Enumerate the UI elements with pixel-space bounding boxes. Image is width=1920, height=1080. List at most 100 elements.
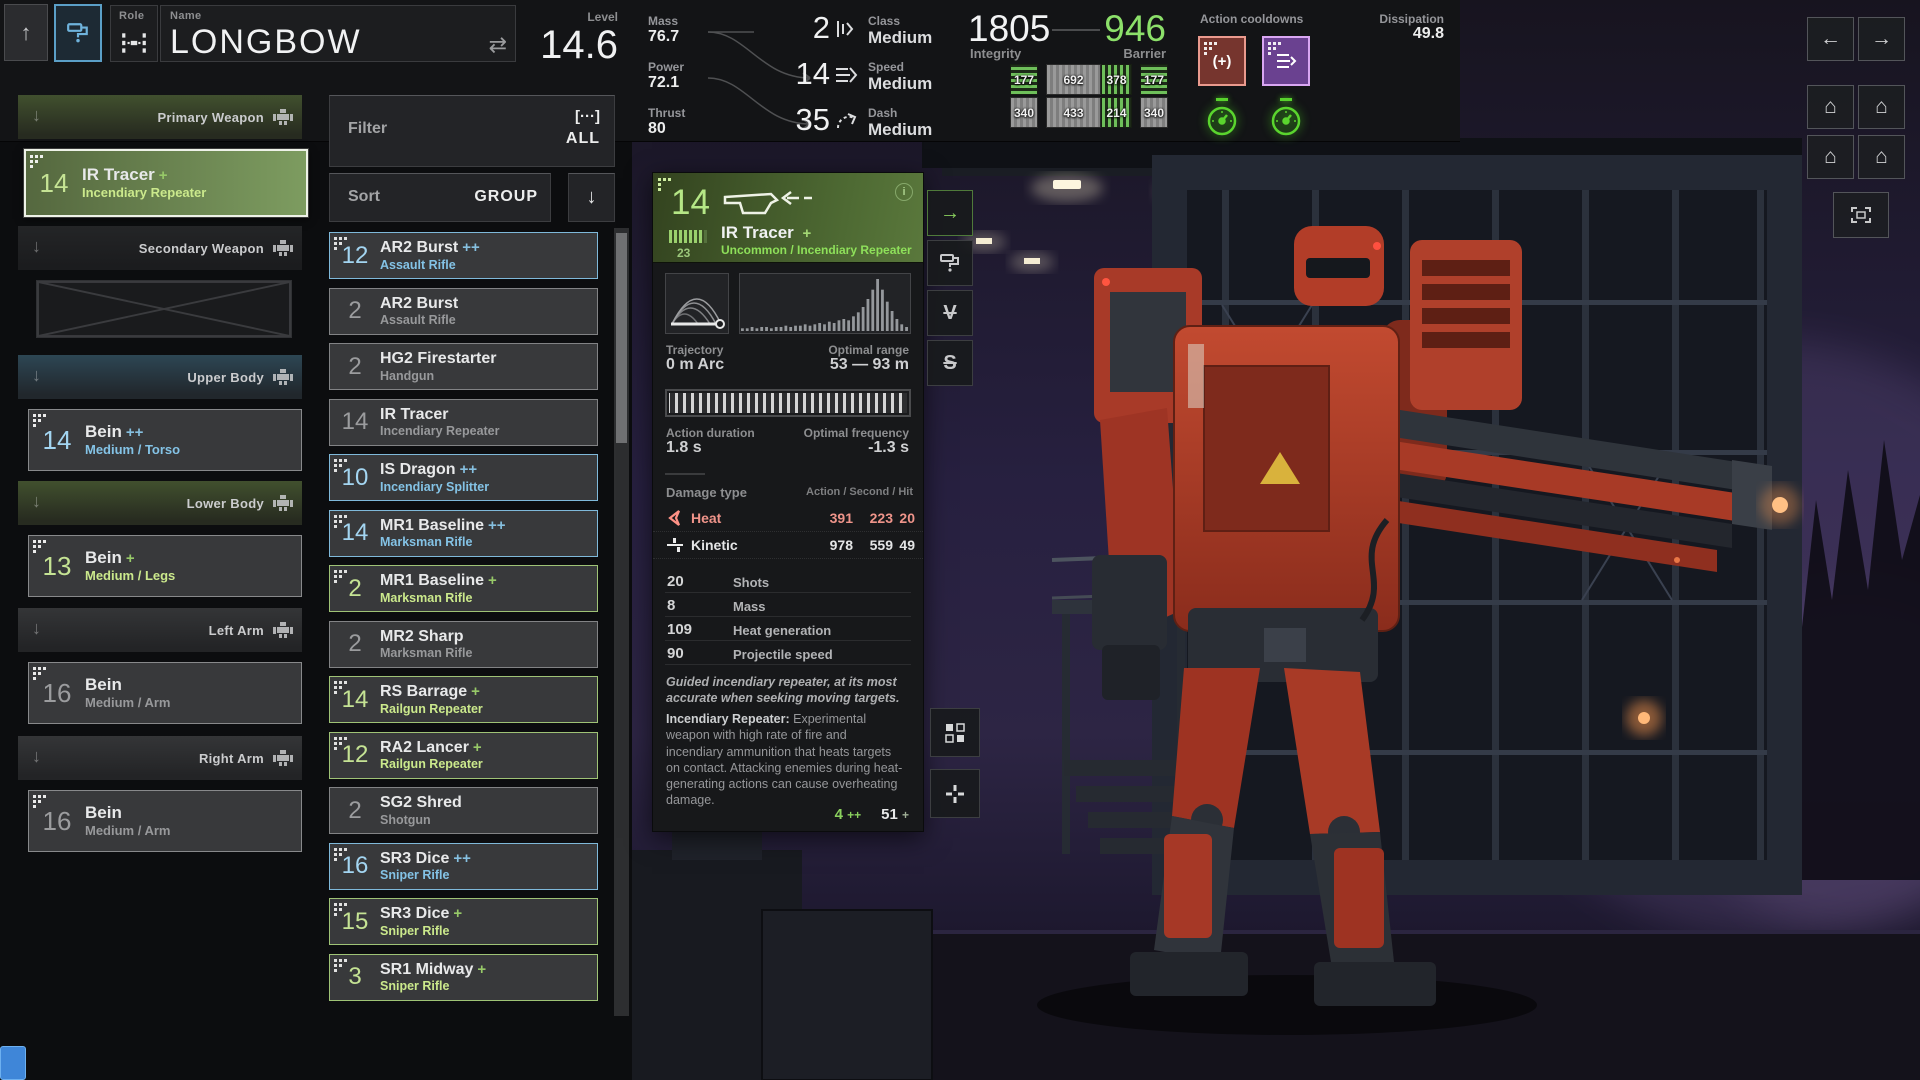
slot-header[interactable]: ↓ Left Arm <box>18 608 302 652</box>
collapse-icon[interactable]: ↓ <box>32 105 41 126</box>
dissipation-label: Dissipation <box>1379 12 1444 26</box>
item-info: HG2 Firestarter Handgun <box>380 350 597 383</box>
filter-dropdown[interactable]: Filter [···] ALL <box>329 95 615 167</box>
decal-v-button[interactable]: V <box>927 290 973 336</box>
weapon-list-item[interactable]: 12 RA2 Lancer+ Railgun Repeater <box>329 732 598 779</box>
notification-tile[interactable] <box>0 1046 26 1080</box>
item-type: Shotgun <box>380 813 597 827</box>
collapse-icon[interactable]: ↓ <box>32 491 41 512</box>
paint-weapon-button[interactable] <box>927 240 973 286</box>
pattern-dots-icon <box>945 784 965 804</box>
slot-label: Secondary Weapon <box>139 241 264 256</box>
item-type: Railgun Repeater <box>380 757 597 771</box>
item-type: Marksman Rifle <box>380 535 597 549</box>
item-grade: + <box>471 683 480 700</box>
weapon-list-item[interactable]: 15 SR3 Dice+ Sniper Rifle <box>329 898 598 945</box>
grid-squares-icon <box>945 723 965 743</box>
collapse-icon[interactable]: ↓ <box>32 365 41 386</box>
optimal-frequency-value: -1.3 s <box>868 439 909 457</box>
weapon-list-item[interactable]: 2 HG2 Firestarter Handgun <box>329 343 598 390</box>
item-type: Marksman Rifle <box>380 591 597 605</box>
loadout-grid-button[interactable] <box>930 708 980 757</box>
slot-header[interactable]: ↓ Secondary Weapon <box>18 226 302 270</box>
camera-view-2-button[interactable]: ⌂ <box>1858 85 1905 129</box>
cooldown-slot-heat-button[interactable]: (+) <box>1198 36 1246 86</box>
power-label: Power <box>648 60 708 74</box>
item-grade: + <box>453 905 462 922</box>
slot-header[interactable]: ↓ Upper Body <box>18 355 302 399</box>
item-name: RS Barrage <box>380 683 467 700</box>
weapon-list-item[interactable]: 12 AR2 Burst++ Assault Rifle <box>329 232 598 279</box>
expand-view-button[interactable] <box>1833 192 1889 238</box>
durability-block: 1805 Integrity 946 Barrier 177 340 692 3… <box>968 0 1168 142</box>
decal-s-button[interactable]: S <box>927 340 973 386</box>
equipped-item-card[interactable]: 14 Bein++ Medium / Torso <box>28 409 302 471</box>
slot-header[interactable]: ↓ Lower Body <box>18 481 302 525</box>
collapse-list-button[interactable]: ↓ <box>568 173 615 222</box>
weapon-list-item[interactable]: 2 AR2 Burst Assault Rifle <box>329 288 598 335</box>
item-name: MR1 Baseline <box>380 517 484 534</box>
item-info: MR1 Baseline++ Marksman Rifle <box>380 517 597 550</box>
integrity-barrier-divider <box>1052 29 1100 31</box>
slot-header[interactable]: ↓ Primary Weapon <box>18 95 302 139</box>
slot-header[interactable]: ↓ Right Arm <box>18 736 302 780</box>
home-icon: ⌂ <box>1824 145 1837 169</box>
weapon-list-item[interactable]: 10 IS Dragon++ Incendiary Splitter <box>329 454 598 501</box>
scrollbar-thumb[interactable] <box>616 233 627 443</box>
cooldown-clock-icon <box>1204 105 1240 139</box>
camera-view-3-button[interactable]: ⌂ <box>1807 135 1854 179</box>
damage-hit-value: 49 <box>899 537 915 553</box>
camera-view-1-button[interactable]: ⌂ <box>1807 85 1854 129</box>
empty-slot[interactable] <box>36 280 292 338</box>
weapon-list-item[interactable]: 14 MR1 Baseline++ Marksman Rifle <box>329 510 598 557</box>
nav-forward-button[interactable]: → <box>1858 17 1905 61</box>
nav-back-button[interactable]: ← <box>1807 17 1854 61</box>
class-value: Medium <box>868 28 938 48</box>
weapon-list-item[interactable]: 14 IR Tracer Incendiary Repeater <box>329 399 598 446</box>
torso-integrity-bar: 692 <box>1046 64 1101 95</box>
weapon-stat-row: 90 Projectile speed <box>665 641 911 665</box>
weapon-list-item[interactable]: 2 MR1 Baseline+ Marksman Rifle <box>329 565 598 612</box>
item-grade: + <box>126 550 135 567</box>
weapon-list-item[interactable]: 14 RS Barrage+ Railgun Repeater <box>329 676 598 723</box>
inventory-counts: 4 ++51 + <box>835 806 909 823</box>
slot-label: Upper Body <box>187 370 264 385</box>
weapon-stat-list: 20 Shots 8 Mass 109 Heat generation 90 P… <box>665 569 911 665</box>
item-info: Bein Medium / Arm <box>85 675 301 710</box>
action-cooldowns-label: Action cooldowns <box>1200 12 1303 26</box>
collapse-icon[interactable]: ↓ <box>32 746 41 767</box>
detail-rarity-line: Uncommon / Incendiary Repeater <box>721 243 912 257</box>
sort-dropdown[interactable]: Sort GROUP <box>329 173 551 222</box>
weapon-list-scrollbar[interactable] <box>614 228 629 1016</box>
item-name: SR1 Midway <box>380 961 473 978</box>
equip-weapon-button[interactable]: → <box>927 190 973 236</box>
right-arrow-icon: → <box>1871 27 1892 51</box>
stat-label: Projectile speed <box>733 647 833 662</box>
home-icon: ⌂ <box>1824 95 1837 119</box>
collapse-icon[interactable]: ↓ <box>32 618 41 639</box>
equipped-item-card[interactable]: 14 IR Tracer+ Incendiary Repeater <box>24 149 308 217</box>
damage-second-value: 559 <box>870 537 893 553</box>
equipped-item-card[interactable]: 16 Bein Medium / Arm <box>28 790 302 852</box>
item-name: IR Tracer <box>380 406 448 423</box>
weapon-list-item[interactable]: 2 MR2 Sharp Marksman Rifle <box>329 621 598 668</box>
item-level: 2 <box>330 297 380 325</box>
equipped-item-card[interactable]: 16 Bein Medium / Arm <box>28 662 302 724</box>
s-glyph-icon: S <box>943 352 956 375</box>
weapon-list-item[interactable]: 16 SR3 Dice++ Sniper Rifle <box>329 843 598 890</box>
item-info: RA2 Lancer+ Railgun Repeater <box>380 739 597 772</box>
item-name: SR3 Dice <box>380 905 449 922</box>
equipped-item-card[interactable]: 13 Bein+ Medium / Legs <box>28 535 302 597</box>
weapon-list-item[interactable]: 3 SR1 Midway+ Sniper Rifle <box>329 954 598 1001</box>
pattern-toggle-button[interactable] <box>930 769 980 818</box>
info-icon[interactable]: i <box>895 183 913 201</box>
collapse-icon[interactable]: ↓ <box>32 236 41 257</box>
randomize-name-icon[interactable]: ⇄ <box>489 32 507 58</box>
expand-icon <box>1849 205 1873 225</box>
action-duration-bar <box>665 389 911 417</box>
item-info: AR2 Burst++ Assault Rifle <box>380 239 597 272</box>
weapon-list-item[interactable]: 2 SG2 Shred Shotgun <box>329 787 598 834</box>
camera-view-4-button[interactable]: ⌂ <box>1858 135 1905 179</box>
cooldown-slot-dash-button[interactable] <box>1262 36 1310 86</box>
item-info: RS Barrage+ Railgun Repeater <box>380 683 597 716</box>
